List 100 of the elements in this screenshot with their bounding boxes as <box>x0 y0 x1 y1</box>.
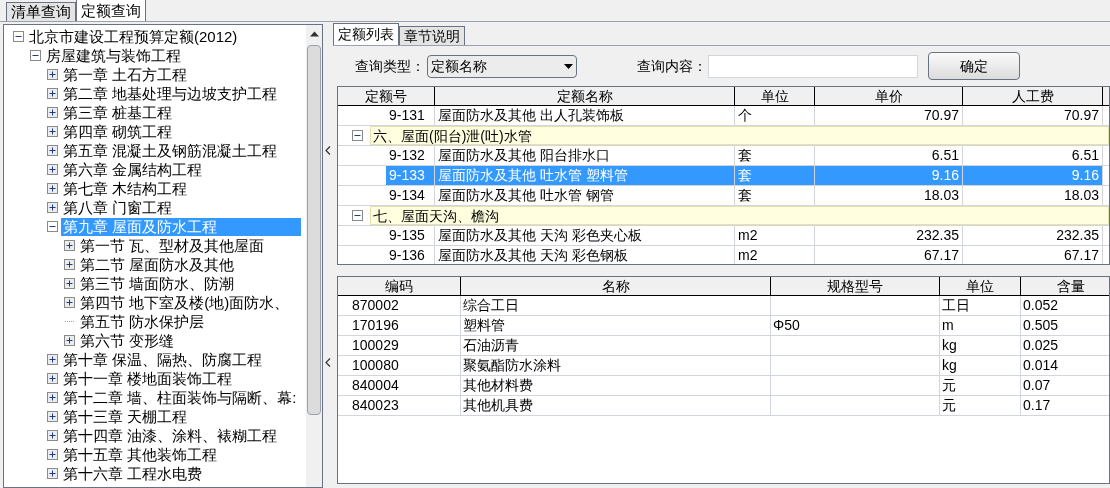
collapse-icon[interactable] <box>352 130 363 141</box>
tree-item[interactable]: 第十五章 其他装饰工程 <box>61 445 220 464</box>
confirm-button[interactable]: 确定 <box>928 52 1020 80</box>
table-cell: 其他机具费 <box>461 396 771 415</box>
scroll-thumb[interactable] <box>307 45 321 415</box>
table-cell: 0.014 <box>1021 356 1109 375</box>
tree-item[interactable]: 第十六章 工程水电费 <box>61 464 205 483</box>
tree-item[interactable]: 第七章 木结构工程 <box>61 179 190 198</box>
tree-item[interactable]: 第六章 金属结构工程 <box>61 160 205 179</box>
expand-icon[interactable] <box>47 430 58 441</box>
expand-icon[interactable] <box>47 392 58 403</box>
table-cell: 70.97 <box>963 106 1103 125</box>
expand-icon[interactable] <box>47 354 58 365</box>
table-cell: Φ50 <box>771 316 940 335</box>
tree-item[interactable]: 北京市建设工程预算定额(2012) <box>27 27 240 46</box>
expand-icon[interactable] <box>64 278 75 289</box>
tab[interactable]: 章节说明 <box>399 26 465 45</box>
column-header[interactable]: 规格型号 <box>771 277 940 295</box>
tree-item[interactable]: 第四节 地下室及楼(地)面防水、 <box>78 293 292 312</box>
tree-item[interactable]: 第二节 屋面防水及其他 <box>78 255 237 274</box>
scroll-up-icon[interactable] <box>309 31 319 37</box>
table-cell: 0.505 <box>1021 316 1109 335</box>
table-cell: 232.35 <box>963 226 1103 245</box>
expand-icon[interactable] <box>47 126 58 137</box>
query-input[interactable] <box>708 54 918 78</box>
expand-icon[interactable] <box>64 259 75 270</box>
expand-icon[interactable] <box>47 183 58 194</box>
expand-icon[interactable] <box>47 411 58 422</box>
tree-item[interactable]: 第二章 地基处理与边坡支护工程 <box>61 84 280 103</box>
table-cell: 18.03 <box>963 186 1103 205</box>
collapse-icon[interactable] <box>30 50 41 61</box>
table-cell: 9-134 <box>386 186 435 205</box>
table-cell: m <box>940 316 1021 335</box>
column-header[interactable]: 定额号 <box>338 87 435 105</box>
table-cell: 67.17 <box>963 246 1103 264</box>
tab[interactable]: 清单查询 <box>6 2 76 21</box>
expand-icon[interactable] <box>47 373 58 384</box>
tree-item[interactable]: 第三章 桩基工程 <box>61 103 175 122</box>
table-cell: 0.07 <box>1021 376 1109 395</box>
tree-item[interactable]: 第五节 防水保护层 <box>78 312 207 331</box>
collapse-icon[interactable] <box>13 31 24 42</box>
tree-item[interactable]: 第一章 土石方工程 <box>61 65 190 84</box>
table-cell: 232.35 <box>815 226 963 245</box>
table-cell: 个 <box>735 106 815 125</box>
expand-icon[interactable] <box>47 468 58 479</box>
table-cell: 其他材料费 <box>461 376 771 395</box>
tab[interactable]: 定额列表 <box>333 23 399 45</box>
table-cell: 6.51 <box>815 146 963 165</box>
column-header[interactable]: 定额名称 <box>435 87 735 105</box>
tab[interactable]: 定额查询 <box>76 0 146 21</box>
column-header[interactable]: 单位 <box>735 87 815 105</box>
table-cell: 67.17 <box>815 246 963 264</box>
tree-item[interactable]: 第十三章 天棚工程 <box>61 407 190 426</box>
column-header[interactable]: 单价 <box>815 87 963 105</box>
section-row[interactable]: 七、屋面天沟、檐沟 <box>370 206 1109 225</box>
tree-item[interactable]: 第四章 砌筑工程 <box>61 122 175 141</box>
tree-item[interactable]: 第十四章 油漆、涂料、裱糊工程 <box>61 426 280 445</box>
table-cell: 聚氨酯防水涂料 <box>461 356 771 375</box>
column-header[interactable]: 人工费 <box>963 87 1103 105</box>
collapse-icon[interactable] <box>47 221 58 232</box>
field-label: 查询内容： <box>637 56 707 76</box>
table-cell: 石油沥青 <box>461 336 771 355</box>
table-cell: 9.16 <box>963 166 1103 185</box>
expand-icon[interactable] <box>47 107 58 118</box>
column-header[interactable]: 单位 <box>940 277 1021 295</box>
tree-item[interactable]: 第五章 混凝土及钢筋混凝土工程 <box>61 141 280 160</box>
expand-icon[interactable] <box>47 145 58 156</box>
table-row[interactable]: 9-136 屋面防水及其他 天沟 彩色钢板 m2 67.17 67.17 <box>338 246 1109 264</box>
expand-icon[interactable] <box>64 335 75 346</box>
expand-icon[interactable] <box>47 202 58 213</box>
tree-item[interactable]: 房屋建筑与装饰工程 <box>44 46 183 65</box>
table-cell: 屋面防水及其他 天沟 彩色钢板 <box>435 246 735 264</box>
tree-item[interactable]: 第一节 瓦、型材及其他屋面 <box>78 236 267 255</box>
tree-item[interactable]: 第八章 门窗工程 <box>61 198 175 217</box>
expand-icon[interactable] <box>64 297 75 308</box>
table-cell: 屋面防水及其他 出人孔装饰板 <box>435 106 735 125</box>
scrollbar[interactable] <box>306 25 322 487</box>
expand-icon[interactable] <box>47 164 58 175</box>
tree-item[interactable]: 第十二章 墙、柱面装饰与隔断、幕: <box>61 388 299 407</box>
expand-icon[interactable] <box>47 88 58 99</box>
tree-item[interactable]: 第三节 墙面防水、防潮 <box>78 274 237 293</box>
tree-item[interactable]: 第十一章 楼地面装饰工程 <box>61 369 235 388</box>
table-cell: 套 <box>735 146 815 165</box>
collapse-icon[interactable] <box>352 210 363 221</box>
table-cell: 元 <box>940 396 1021 415</box>
table-cell: 100029 <box>350 336 461 355</box>
column-header[interactable]: 名称 <box>461 277 771 295</box>
column-header[interactable]: 含量 <box>1021 277 1109 295</box>
table-cell: 9-131 <box>386 106 435 125</box>
expand-icon[interactable] <box>47 449 58 460</box>
tree-item[interactable]: 第十章 保温、隔热、防腐工程 <box>61 350 265 369</box>
table-cell: 70.97 <box>815 106 963 125</box>
column-header[interactable]: 编码 <box>338 277 461 295</box>
tree-item[interactable]: 第六节 变形缝 <box>78 331 177 350</box>
table-row[interactable]: 9-135 屋面防水及其他 天沟 彩色夹心板 m2 232.35 232.35 <box>338 226 1109 246</box>
expand-icon[interactable] <box>64 240 75 251</box>
expand-icon[interactable] <box>47 69 58 80</box>
table-cell: 屋面防水及其他 阳台排水口 <box>435 146 735 165</box>
type-dropdown[interactable]: 定额名称 <box>427 54 577 78</box>
section-row[interactable]: 六、屋面(阳台)泄(吐)水管 <box>370 126 1109 145</box>
